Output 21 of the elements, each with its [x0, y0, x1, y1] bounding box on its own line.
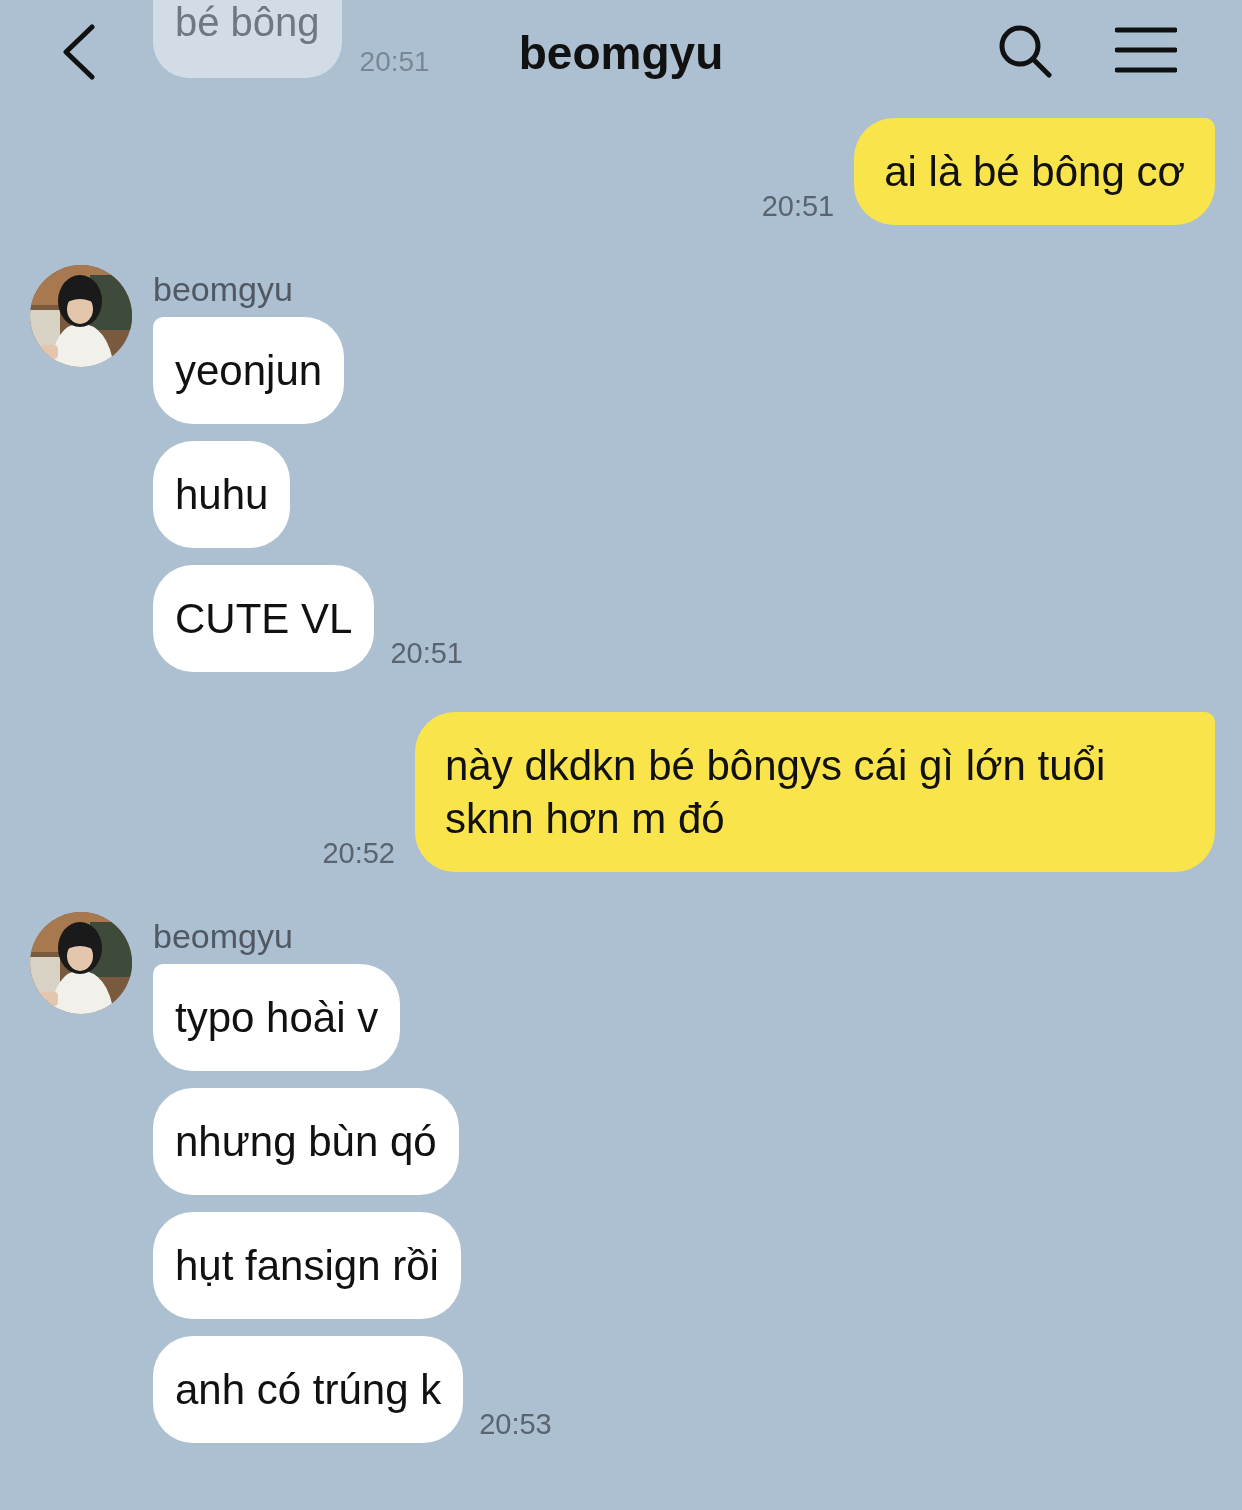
sender-name: beomgyu: [153, 917, 294, 957]
search-icon[interactable]: [998, 24, 1052, 78]
message-bubble: CUTE VL: [153, 565, 375, 672]
message-bubble: này dkdkn bé bôngys cái gì lớn tuổi sknn hơn m đó: [415, 712, 1215, 872]
chat-title: beomgyu: [518, 26, 724, 80]
sender-name: beomgyu: [153, 270, 294, 310]
message-time: 20:51: [761, 190, 835, 224]
message-time: 20:52: [322, 837, 395, 871]
message-time: 20:51: [390, 637, 463, 671]
message-bubble: nhưng bùn qó: [153, 1088, 459, 1195]
message-bubble: anh có trúng k: [153, 1336, 464, 1443]
message-time: 20:53: [479, 1408, 552, 1442]
message-bubble: bé bông: [153, 0, 342, 78]
message-bubble: huhu: [153, 441, 291, 548]
message-time: 20:51: [359, 46, 430, 78]
message-bubble: typo hoài v: [153, 964, 401, 1071]
message-bubble: yeonjun: [153, 317, 345, 424]
message-bubble: ai là bé bông cơ: [854, 118, 1215, 225]
menu-icon[interactable]: [1115, 26, 1177, 74]
back-icon[interactable]: [60, 24, 96, 80]
message-bubble: hụt fansign rồi: [153, 1212, 461, 1319]
